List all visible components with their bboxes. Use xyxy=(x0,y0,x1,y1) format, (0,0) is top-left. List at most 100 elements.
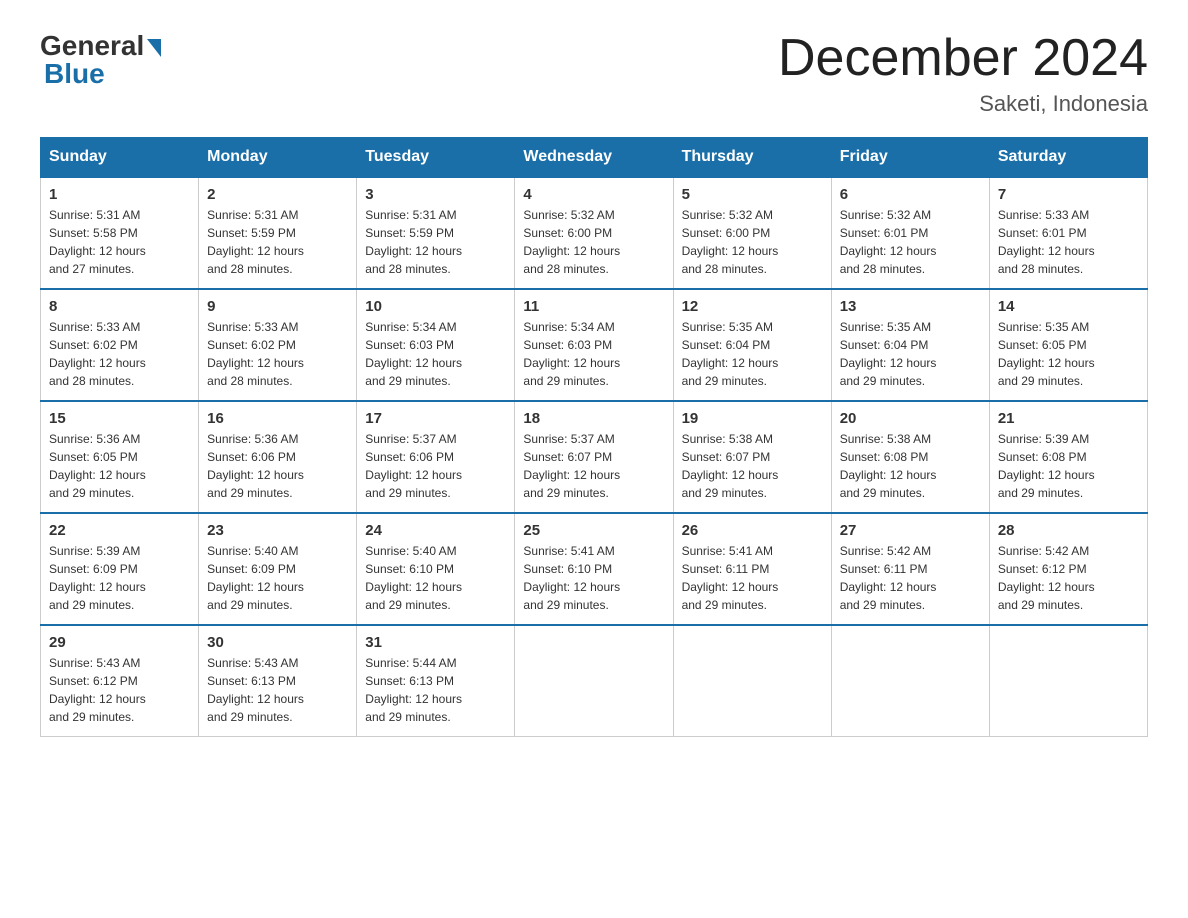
column-header-tuesday: Tuesday xyxy=(357,138,515,178)
logo: General Blue xyxy=(40,30,161,90)
month-title: December 2024 xyxy=(778,30,1148,87)
calendar-cell xyxy=(515,625,673,737)
calendar-cell: 25Sunrise: 5:41 AM Sunset: 6:10 PM Dayli… xyxy=(515,513,673,625)
calendar-cell: 28 Sunrise: 5:42 AM Sunset: 6:12 PM Dayli… xyxy=(989,513,1147,625)
calendar-cell: 21Sunrise: 5:39 AM Sunset: 6:08 PM Dayli… xyxy=(989,401,1147,513)
day-info: Sunrise: 5:43 AM Sunset: 6:12 PM Dayligh… xyxy=(49,654,190,726)
day-info: Sunrise: 5:42 AM Sunset: 6:12 PM Dayligh… xyxy=(998,542,1139,614)
day-number: 24 xyxy=(365,522,506,539)
calendar-cell xyxy=(673,625,831,737)
day-info: Sunrise: 5:44 AM Sunset: 6:13 PM Dayligh… xyxy=(365,654,506,726)
day-number: 3 xyxy=(365,186,506,203)
calendar-cell: 26 Sunrise: 5:41 AM Sunset: 6:11 PM Dayli… xyxy=(673,513,831,625)
day-number: 19 xyxy=(682,410,823,427)
location-subtitle: Saketi, Indonesia xyxy=(778,91,1148,117)
day-number: 11 xyxy=(523,298,664,315)
day-info: Sunrise: 5:40 AM Sunset: 6:09 PM Dayligh… xyxy=(207,542,348,614)
day-info: Sunrise: 5:40 AM Sunset: 6:10 PM Dayligh… xyxy=(365,542,506,614)
day-number: 29 xyxy=(49,634,190,651)
day-number: 26 xyxy=(682,522,823,539)
day-info: Sunrise: 5:32 AM Sunset: 6:00 PM Dayligh… xyxy=(682,206,823,278)
day-info: Sunrise: 5:38 AM Sunset: 6:07 PM Dayligh… xyxy=(682,430,823,502)
title-block: December 2024 Saketi, Indonesia xyxy=(778,30,1148,117)
calendar-cell: 8 Sunrise: 5:33 AM Sunset: 6:02 PM Daylig… xyxy=(41,289,199,401)
day-number: 6 xyxy=(840,186,981,203)
logo-arrow-icon xyxy=(147,39,161,57)
calendar-cell: 20 Sunrise: 5:38 AM Sunset: 6:08 PM Dayli… xyxy=(831,401,989,513)
day-number: 23 xyxy=(207,522,348,539)
day-info: Sunrise: 5:39 AM Sunset: 6:09 PM Dayligh… xyxy=(49,542,190,614)
calendar-week-row: 1Sunrise: 5:31 AM Sunset: 5:58 PM Daylig… xyxy=(41,177,1148,289)
day-info: Sunrise: 5:35 AM Sunset: 6:04 PM Dayligh… xyxy=(840,318,981,390)
day-info: Sunrise: 5:31 AM Sunset: 5:59 PM Dayligh… xyxy=(207,206,348,278)
day-info: Sunrise: 5:39 AM Sunset: 6:08 PM Dayligh… xyxy=(998,430,1139,502)
day-info: Sunrise: 5:32 AM Sunset: 6:00 PM Dayligh… xyxy=(523,206,664,278)
calendar-cell: 9Sunrise: 5:33 AM Sunset: 6:02 PM Daylig… xyxy=(199,289,357,401)
day-number: 1 xyxy=(49,186,190,203)
day-number: 15 xyxy=(49,410,190,427)
calendar-header-row: SundayMondayTuesdayWednesdayThursdayFrid… xyxy=(41,138,1148,178)
day-info: Sunrise: 5:33 AM Sunset: 6:02 PM Dayligh… xyxy=(49,318,190,390)
calendar-cell: 18 Sunrise: 5:37 AM Sunset: 6:07 PM Dayli… xyxy=(515,401,673,513)
day-info: Sunrise: 5:36 AM Sunset: 6:06 PM Dayligh… xyxy=(207,430,348,502)
calendar-cell: 14 Sunrise: 5:35 AM Sunset: 6:05 PM Dayli… xyxy=(989,289,1147,401)
day-info: Sunrise: 5:37 AM Sunset: 6:07 PM Dayligh… xyxy=(523,430,664,502)
day-number: 20 xyxy=(840,410,981,427)
day-number: 28 xyxy=(998,522,1139,539)
day-info: Sunrise: 5:35 AM Sunset: 6:05 PM Dayligh… xyxy=(998,318,1139,390)
calendar-cell: 4 Sunrise: 5:32 AM Sunset: 6:00 PM Daylig… xyxy=(515,177,673,289)
calendar-cell: 2 Sunrise: 5:31 AM Sunset: 5:59 PM Daylig… xyxy=(199,177,357,289)
day-number: 2 xyxy=(207,186,348,203)
column-header-wednesday: Wednesday xyxy=(515,138,673,178)
calendar-week-row: 22 Sunrise: 5:39 AM Sunset: 6:09 PM Dayli… xyxy=(41,513,1148,625)
day-number: 27 xyxy=(840,522,981,539)
day-number: 31 xyxy=(365,634,506,651)
calendar-cell: 16 Sunrise: 5:36 AM Sunset: 6:06 PM Dayli… xyxy=(199,401,357,513)
day-info: Sunrise: 5:42 AM Sunset: 6:11 PM Dayligh… xyxy=(840,542,981,614)
day-info: Sunrise: 5:36 AM Sunset: 6:05 PM Dayligh… xyxy=(49,430,190,502)
calendar-cell: 30 Sunrise: 5:43 AM Sunset: 6:13 PM Dayli… xyxy=(199,625,357,737)
calendar-cell: 12Sunrise: 5:35 AM Sunset: 6:04 PM Dayli… xyxy=(673,289,831,401)
day-number: 13 xyxy=(840,298,981,315)
calendar-cell: 10Sunrise: 5:34 AM Sunset: 6:03 PM Dayli… xyxy=(357,289,515,401)
column-header-thursday: Thursday xyxy=(673,138,831,178)
logo-blue-text: Blue xyxy=(40,58,105,90)
calendar-cell: 29 Sunrise: 5:43 AM Sunset: 6:12 PM Dayli… xyxy=(41,625,199,737)
day-number: 8 xyxy=(49,298,190,315)
day-info: Sunrise: 5:38 AM Sunset: 6:08 PM Dayligh… xyxy=(840,430,981,502)
day-info: Sunrise: 5:34 AM Sunset: 6:03 PM Dayligh… xyxy=(365,318,506,390)
day-number: 17 xyxy=(365,410,506,427)
calendar-cell xyxy=(831,625,989,737)
day-number: 25 xyxy=(523,522,664,539)
day-number: 18 xyxy=(523,410,664,427)
day-info: Sunrise: 5:41 AM Sunset: 6:11 PM Dayligh… xyxy=(682,542,823,614)
day-info: Sunrise: 5:33 AM Sunset: 6:02 PM Dayligh… xyxy=(207,318,348,390)
calendar-cell: 24 Sunrise: 5:40 AM Sunset: 6:10 PM Dayli… xyxy=(357,513,515,625)
calendar-cell: 11 Sunrise: 5:34 AM Sunset: 6:03 PM Dayli… xyxy=(515,289,673,401)
day-number: 22 xyxy=(49,522,190,539)
day-number: 5 xyxy=(682,186,823,203)
calendar-week-row: 8 Sunrise: 5:33 AM Sunset: 6:02 PM Daylig… xyxy=(41,289,1148,401)
day-number: 4 xyxy=(523,186,664,203)
day-info: Sunrise: 5:33 AM Sunset: 6:01 PM Dayligh… xyxy=(998,206,1139,278)
calendar-week-row: 15 Sunrise: 5:36 AM Sunset: 6:05 PM Dayli… xyxy=(41,401,1148,513)
day-info: Sunrise: 5:31 AM Sunset: 5:59 PM Dayligh… xyxy=(365,206,506,278)
calendar-cell: 31 Sunrise: 5:44 AM Sunset: 6:13 PM Dayli… xyxy=(357,625,515,737)
day-info: Sunrise: 5:37 AM Sunset: 6:06 PM Dayligh… xyxy=(365,430,506,502)
calendar-cell: 6 Sunrise: 5:32 AM Sunset: 6:01 PM Daylig… xyxy=(831,177,989,289)
calendar-cell: 19 Sunrise: 5:38 AM Sunset: 6:07 PM Dayli… xyxy=(673,401,831,513)
column-header-friday: Friday xyxy=(831,138,989,178)
calendar-cell: 3 Sunrise: 5:31 AM Sunset: 5:59 PM Daylig… xyxy=(357,177,515,289)
day-info: Sunrise: 5:43 AM Sunset: 6:13 PM Dayligh… xyxy=(207,654,348,726)
calendar-cell xyxy=(989,625,1147,737)
calendar-cell: 1Sunrise: 5:31 AM Sunset: 5:58 PM Daylig… xyxy=(41,177,199,289)
calendar-cell: 22 Sunrise: 5:39 AM Sunset: 6:09 PM Dayli… xyxy=(41,513,199,625)
calendar-week-row: 29 Sunrise: 5:43 AM Sunset: 6:12 PM Dayli… xyxy=(41,625,1148,737)
calendar-cell: 15 Sunrise: 5:36 AM Sunset: 6:05 PM Dayli… xyxy=(41,401,199,513)
day-number: 14 xyxy=(998,298,1139,315)
day-number: 12 xyxy=(682,298,823,315)
day-info: Sunrise: 5:34 AM Sunset: 6:03 PM Dayligh… xyxy=(523,318,664,390)
day-info: Sunrise: 5:32 AM Sunset: 6:01 PM Dayligh… xyxy=(840,206,981,278)
day-number: 16 xyxy=(207,410,348,427)
day-number: 30 xyxy=(207,634,348,651)
